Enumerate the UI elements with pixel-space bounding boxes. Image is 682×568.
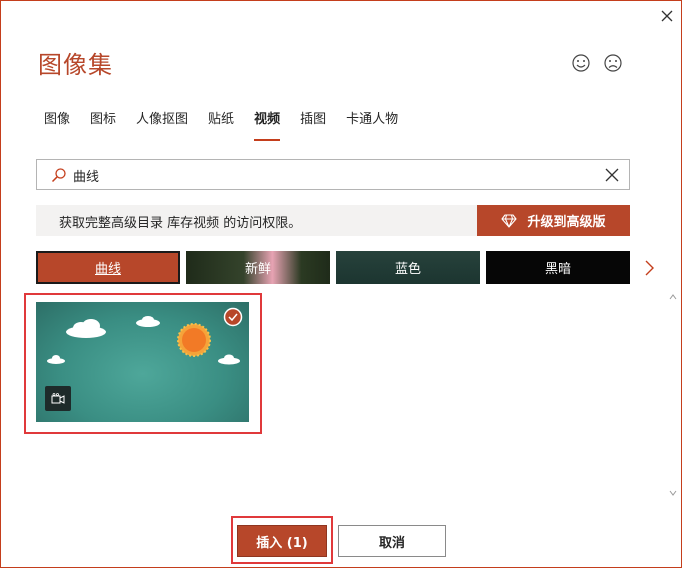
frown-feedback-button[interactable] [603, 53, 623, 73]
tab-images[interactable]: 图像 [44, 111, 70, 141]
tab-stickers[interactable]: 贴纸 [208, 111, 234, 141]
search-icon [51, 168, 66, 183]
smile-icon [572, 54, 590, 72]
chip-label: 黑暗 [544, 262, 571, 277]
chevron-right-icon[interactable] [642, 259, 656, 277]
chip-curve[interactable]: 曲线 [36, 251, 180, 284]
smile-feedback-button[interactable] [571, 53, 591, 73]
tab-cutout-people[interactable]: 人像抠图 [136, 111, 188, 141]
search-input[interactable] [73, 164, 593, 186]
chip-label: 新鲜 [244, 262, 271, 277]
video-badge [45, 386, 71, 411]
category-tabs: 图像 图标 人像抠图 贴纸 视频 插图 卡通人物 [44, 111, 418, 141]
premium-banner-text: 获取完整高级目录 库存视频 的访问权限。 [59, 216, 302, 231]
chip-label: 曲线 [94, 262, 121, 277]
close-icon [661, 10, 673, 22]
close-button[interactable] [656, 5, 678, 27]
tab-icons[interactable]: 图标 [90, 111, 116, 141]
frown-icon [604, 54, 622, 72]
clear-search-icon[interactable] [604, 167, 620, 183]
selected-check-icon[interactable] [223, 307, 243, 327]
chevron-down-icon[interactable] [667, 487, 679, 499]
upgrade-label: 升级到高级版 [527, 215, 606, 230]
premium-banner: 获取完整高级目录 库存视频 的访问权限。 升级到高级版 [36, 205, 630, 236]
chip-dark[interactable]: 黑暗 [486, 251, 630, 284]
dialog-title: 图像集 [38, 51, 113, 79]
tab-cartoon-people[interactable]: 卡通人物 [346, 111, 398, 141]
diamond-icon [501, 213, 518, 228]
image-collection-dialog: 图像集 图像 图标 人像抠图 贴纸 视频 插图 卡通人物 曲线 获取完整高级目录… [0, 0, 682, 568]
cancel-button[interactable]: 取消 [338, 525, 446, 557]
chevron-up-icon[interactable] [667, 291, 679, 303]
upgrade-button[interactable]: 升级到高级版 [477, 205, 630, 236]
chip-blue[interactable]: 蓝色 [336, 251, 480, 284]
chip-label: 蓝色 [394, 262, 421, 277]
tab-illustrations[interactable]: 插图 [300, 111, 326, 141]
tab-videos[interactable]: 视频 [254, 111, 281, 141]
video-camera-icon [51, 392, 65, 404]
chip-fresh[interactable]: 新鲜 [186, 251, 330, 284]
insert-button[interactable]: 插入 (1) [237, 525, 327, 557]
search-box [36, 159, 630, 190]
results-scrollbar[interactable] [667, 291, 679, 506]
